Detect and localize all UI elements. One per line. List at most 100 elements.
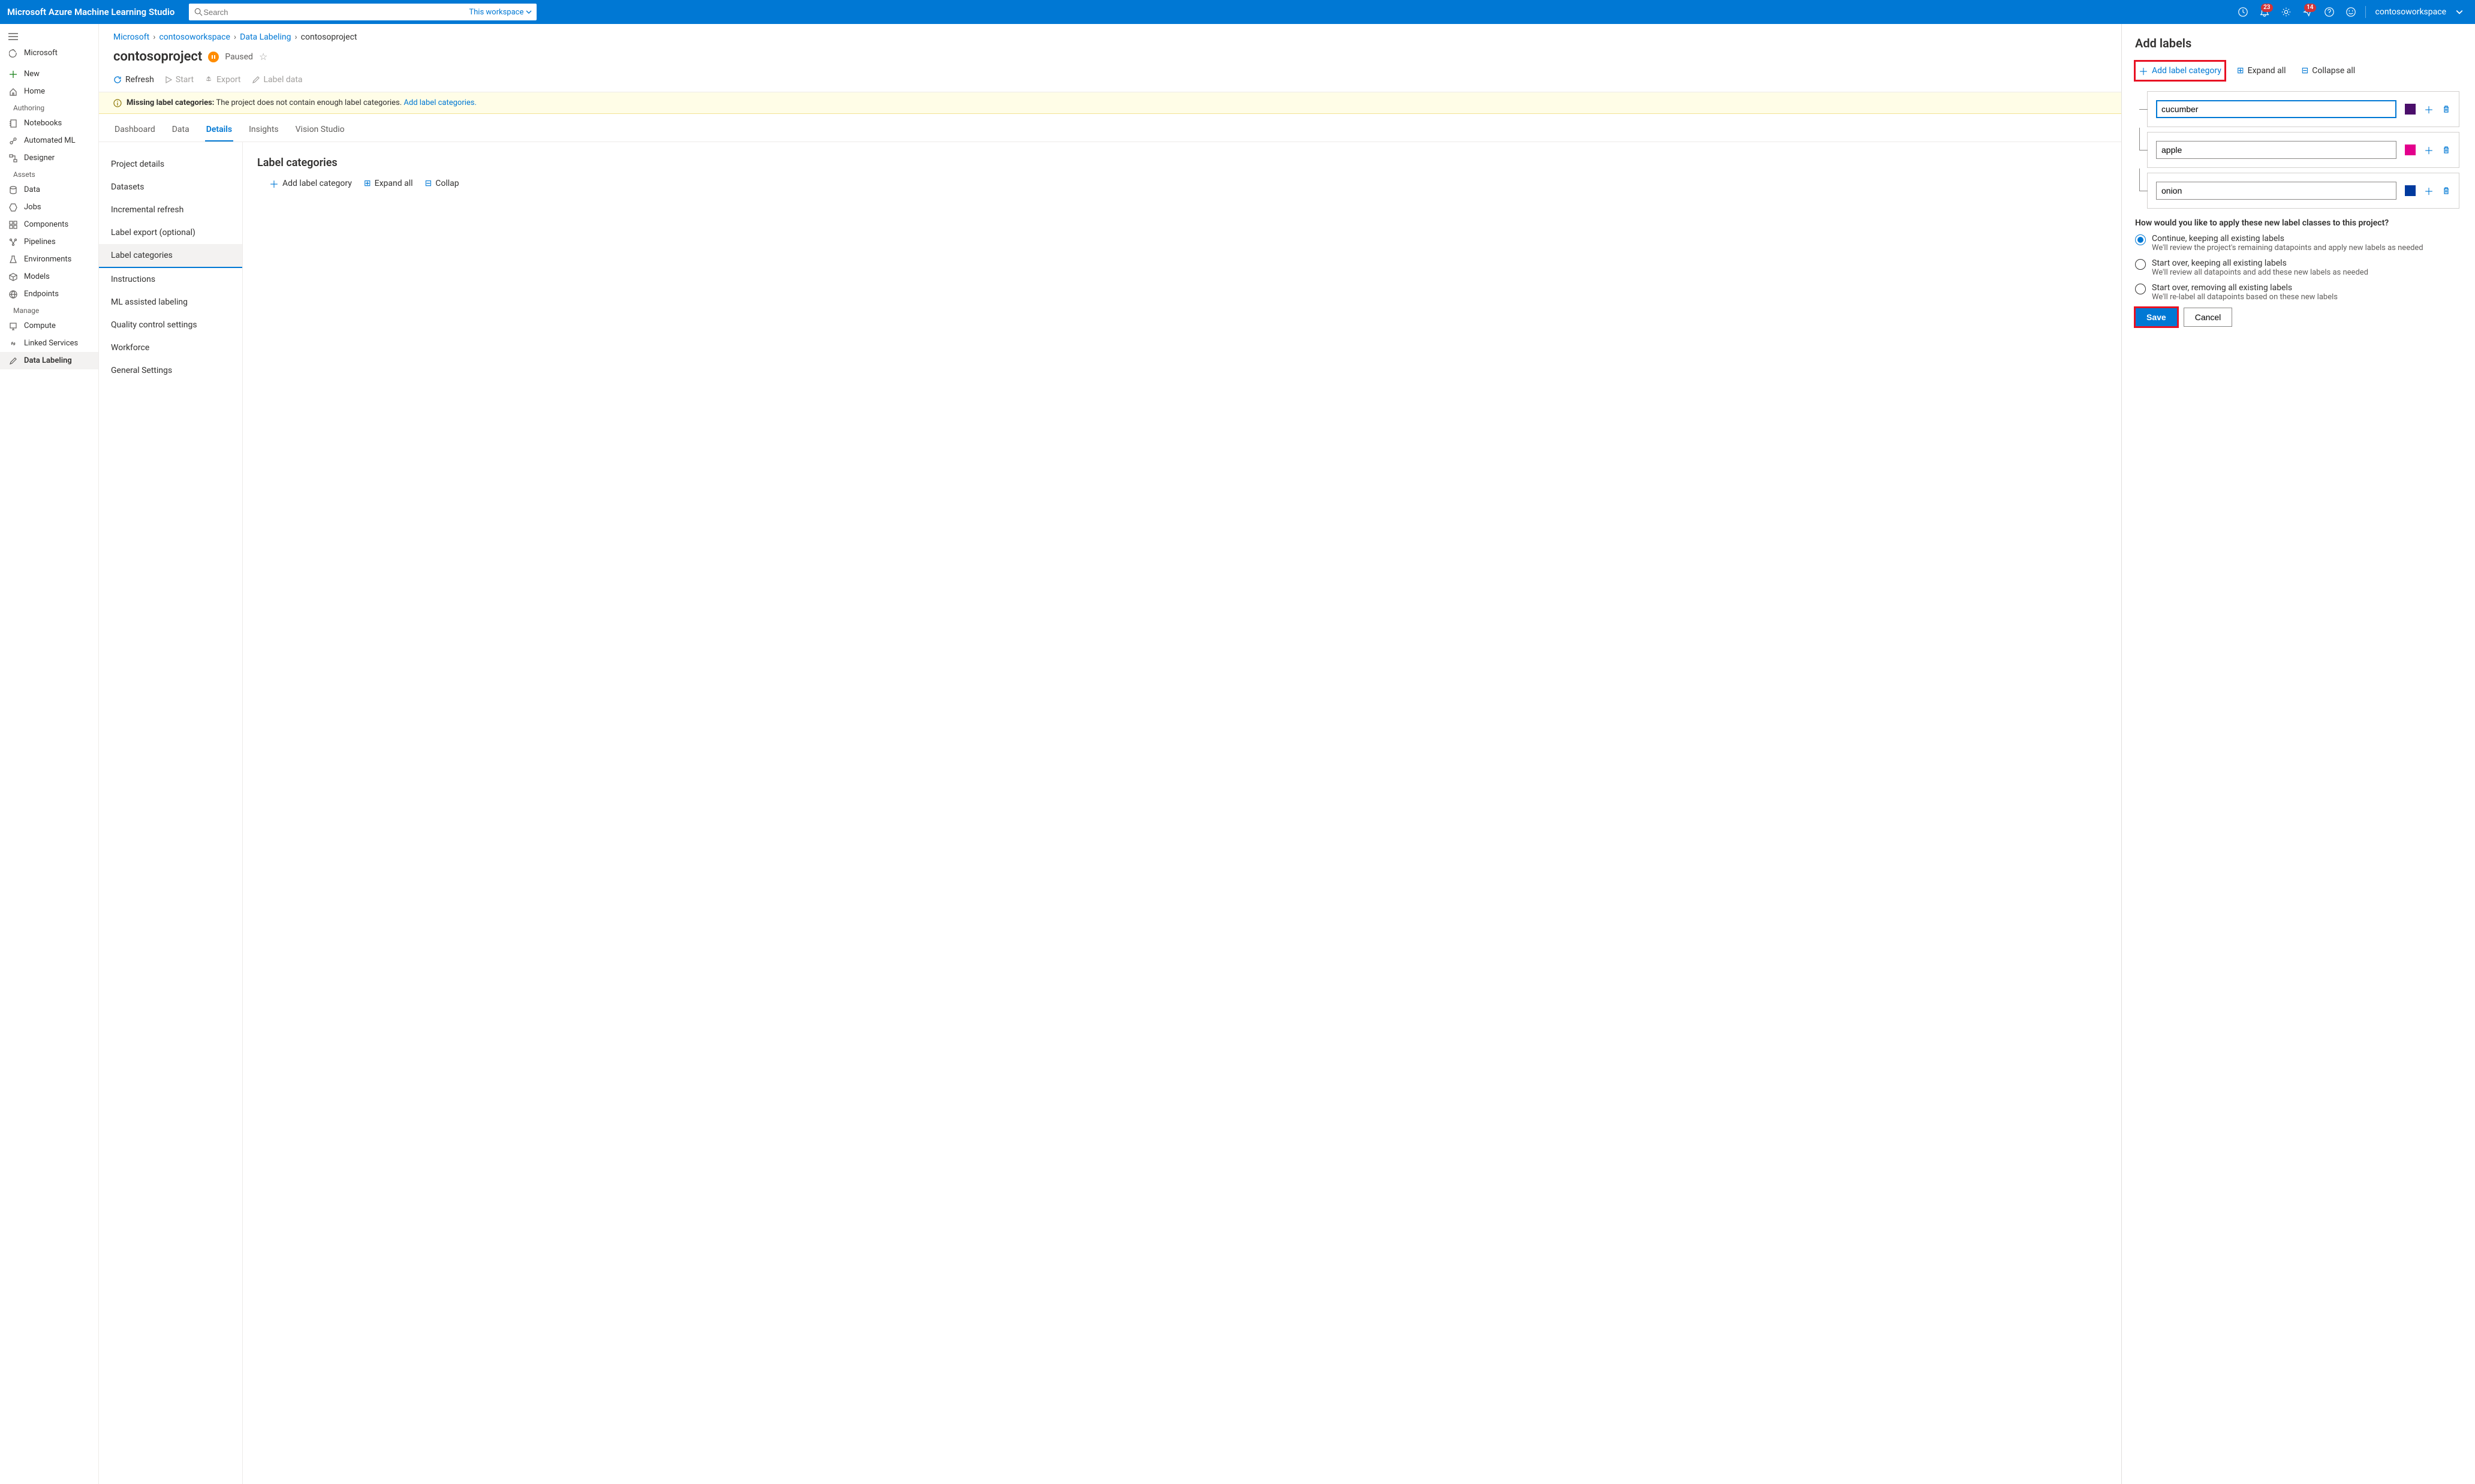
sidebar-item-data-labeling[interactable]: Data Labeling — [0, 352, 98, 369]
sidebar-item-components[interactable]: Components — [0, 216, 98, 233]
radio-icon — [2135, 284, 2146, 294]
search-box[interactable]: This workspace — [189, 4, 537, 20]
breadcrumb: Microsoft›contosoworkspace›Data Labeling… — [99, 24, 2121, 47]
add-labels-panel: Add labels ＋ Add label category ⊞ Expand… — [2121, 24, 2475, 1484]
info-icon — [113, 99, 122, 107]
search-scope[interactable]: This workspace — [464, 8, 532, 17]
workspace-picker[interactable]: contosoworkspace — [2371, 7, 2468, 17]
sidebar-item-environments[interactable]: Environments — [0, 251, 98, 268]
sidebar-item-endpoints[interactable]: Endpoints — [0, 285, 98, 303]
tab-insights[interactable]: Insights — [248, 120, 280, 142]
radio-option[interactable]: Start over, removing all existing labels… — [2135, 283, 2459, 302]
tab-details[interactable]: Details — [205, 120, 233, 142]
collapse-all-button[interactable]: ⊟ Collap — [425, 176, 459, 191]
clock-icon[interactable] — [2233, 2, 2253, 22]
add-child-label-button[interactable]: ＋ — [2424, 102, 2434, 116]
sidebar-item-jobs[interactable]: Jobs — [0, 198, 98, 216]
search-icon — [194, 8, 203, 16]
tab-data[interactable]: Data — [171, 120, 191, 142]
details-nav: Project detailsDatasetsIncremental refre… — [99, 142, 243, 1484]
color-swatch[interactable] — [2405, 104, 2416, 115]
sidebar-item-new[interactable]: New — [0, 65, 98, 83]
sidebar: Microsoft NewHome AuthoringNotebooksAuto… — [0, 24, 99, 1484]
add-child-label-button[interactable]: ＋ — [2424, 143, 2434, 157]
color-swatch[interactable] — [2405, 145, 2416, 155]
breadcrumb-item[interactable]: Data Labeling — [240, 32, 291, 42]
plus-icon: ＋ — [269, 176, 279, 191]
add-label-category-button[interactable]: ＋ Add label category — [269, 176, 352, 191]
tab-dashboard[interactable]: Dashboard — [113, 120, 156, 142]
details-nav-datasets[interactable]: Datasets — [99, 176, 242, 198]
radio-icon — [2135, 259, 2146, 270]
warning-banner: Missing label categories: The project do… — [99, 92, 2121, 114]
data-icon — [8, 186, 18, 194]
panel-collapse-all-button[interactable]: ⊟ Collapse all — [2298, 64, 2359, 78]
label-row: ＋ — [2147, 91, 2459, 127]
sidebar-item-pipelines[interactable]: Pipelines — [0, 233, 98, 251]
labeling-icon — [8, 357, 18, 365]
details-nav-label-export-optional-[interactable]: Label export (optional) — [99, 221, 242, 244]
details-nav-ml-assisted-labeling[interactable]: ML assisted labeling — [99, 291, 242, 314]
refresh-button[interactable]: Refresh — [113, 75, 154, 85]
panel-expand-all-button[interactable]: ⊞ Expand all — [2233, 64, 2290, 78]
panel-actions: ＋ Add label category ⊞ Expand all ⊟ Coll… — [2135, 61, 2459, 80]
send-icon[interactable]: 14 — [2298, 2, 2317, 22]
radio-option[interactable]: Start over, keeping all existing labels … — [2135, 258, 2459, 277]
sidebar-item-notebooks[interactable]: Notebooks — [0, 115, 98, 132]
delete-label-button[interactable] — [2442, 146, 2450, 154]
panel-add-label-category-button[interactable]: ＋ Add label category — [2135, 61, 2225, 80]
details-nav-project-details[interactable]: Project details — [99, 153, 242, 176]
delete-label-button[interactable] — [2442, 105, 2450, 113]
sidebar-item-models[interactable]: Models — [0, 268, 98, 285]
trash-icon — [2442, 186, 2450, 195]
radio-option[interactable]: Continue, keeping all existing labels We… — [2135, 234, 2459, 252]
tab-vision-studio[interactable]: Vision Studio — [294, 120, 346, 142]
label-name-input[interactable] — [2156, 182, 2396, 200]
gear-icon[interactable] — [2277, 2, 2296, 22]
details-nav-label-categories[interactable]: Label categories — [99, 244, 242, 268]
search-input[interactable] — [203, 8, 464, 17]
breadcrumb-item[interactable]: Microsoft — [113, 32, 149, 42]
details-nav-general-settings[interactable]: General Settings — [99, 359, 242, 382]
models-icon — [8, 273, 18, 281]
sidebar-item-designer[interactable]: Designer — [0, 149, 98, 167]
details-nav-quality-control-settings[interactable]: Quality control settings — [99, 314, 242, 336]
content: Microsoft›contosoworkspace›Data Labeling… — [99, 24, 2121, 1484]
label-data-button[interactable]: Label data — [252, 75, 303, 85]
delete-label-button[interactable] — [2442, 186, 2450, 195]
breadcrumb-item[interactable]: contosoworkspace — [159, 32, 230, 42]
compute-icon — [8, 322, 18, 330]
bell-icon[interactable]: 23 — [2255, 2, 2274, 22]
bell-badge: 23 — [2261, 4, 2272, 12]
sidebar-item-data[interactable]: Data — [0, 181, 98, 198]
refresh-icon — [113, 76, 122, 84]
page-header: contosoproject Paused ☆ — [99, 47, 2121, 70]
start-button[interactable]: Start — [165, 75, 194, 85]
details-nav-incremental-refresh[interactable]: Incremental refresh — [99, 198, 242, 221]
hamburger-button[interactable] — [0, 29, 98, 44]
section-actions: ＋ Add label category ⊞ Expand all ⊟ Coll… — [257, 176, 2107, 191]
env-icon — [8, 255, 18, 264]
label-name-input[interactable] — [2156, 100, 2396, 118]
feedback-icon[interactable] — [2341, 2, 2360, 22]
jobs-icon — [8, 203, 18, 212]
color-swatch[interactable] — [2405, 185, 2416, 196]
help-icon[interactable] — [2320, 2, 2339, 22]
details-nav-workforce[interactable]: Workforce — [99, 336, 242, 359]
label-name-input[interactable] — [2156, 141, 2396, 159]
play-icon — [165, 76, 172, 83]
label-tree: ＋ ＋ ＋ — [2147, 91, 2459, 209]
cancel-button[interactable]: Cancel — [2184, 308, 2233, 327]
expand-all-button[interactable]: ⊞ Expand all — [364, 176, 413, 191]
add-child-label-button[interactable]: ＋ — [2424, 183, 2434, 198]
save-button[interactable]: Save — [2135, 308, 2178, 327]
back-link[interactable]: Microsoft — [0, 44, 98, 62]
details-nav-instructions[interactable]: Instructions — [99, 268, 242, 291]
sidebar-item-automated-ml[interactable]: Automated ML — [0, 132, 98, 149]
sidebar-item-compute[interactable]: Compute — [0, 317, 98, 335]
favorite-star-icon[interactable]: ☆ — [259, 51, 267, 62]
add-label-categories-link[interactable]: Add label categories. — [404, 98, 477, 107]
sidebar-item-home[interactable]: Home — [0, 83, 98, 100]
export-button[interactable]: Export — [204, 75, 240, 85]
sidebar-item-linked-services[interactable]: Linked Services — [0, 335, 98, 352]
